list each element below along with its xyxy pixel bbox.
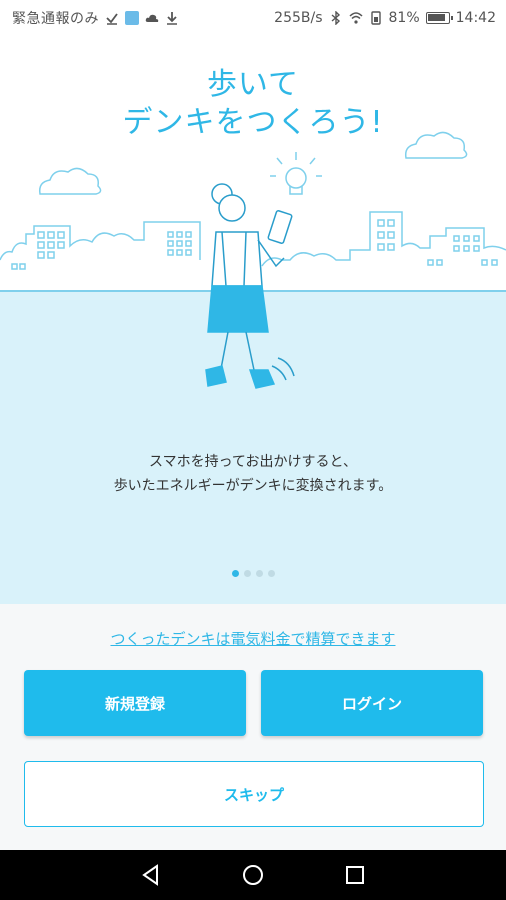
back-button[interactable]: [136, 860, 166, 890]
cloud-icon: [145, 14, 159, 22]
status-right: 255B/s 81% 14:42: [274, 10, 496, 26]
wifi-icon: [348, 12, 363, 24]
description-line1: スマホを持ってお出かけすると、: [149, 454, 357, 470]
check-icon: [106, 13, 118, 25]
walking-person: [205, 183, 293, 389]
page-dot-3[interactable]: [255, 570, 263, 577]
recents-icon: [346, 866, 364, 884]
skyline-right: [261, 211, 506, 267]
battery-percent: 81%: [388, 10, 420, 26]
bluetooth-icon: [331, 11, 340, 25]
sim-icon: [370, 11, 381, 25]
page-dot-4[interactable]: [267, 570, 275, 577]
billing-info-link[interactable]: つくったデンキは電気料金で精算できます: [0, 628, 506, 649]
signup-button[interactable]: 新規登録: [24, 670, 246, 736]
net-speed: 255B/s: [274, 10, 323, 26]
cloud-left: [38, 167, 102, 195]
skip-button[interactable]: スキップ: [24, 761, 484, 827]
battery-icon: [425, 12, 453, 24]
page-dot-1[interactable]: [231, 570, 239, 577]
home-icon: [243, 865, 263, 885]
login-button[interactable]: ログイン: [261, 670, 483, 736]
status-bar: 緊急通報のみ 255B/s 81% 14:42: [0, 0, 506, 36]
page-dot-2[interactable]: [243, 570, 251, 577]
description-line2: 歩いたエネルギーがデンキに変換されます。: [113, 478, 393, 494]
lightbulb-icon: [270, 152, 322, 195]
skyline-left: [0, 221, 201, 270]
status-left: 緊急通報のみ: [12, 8, 179, 28]
recents-button[interactable]: [340, 860, 370, 890]
home-button[interactable]: [238, 860, 268, 890]
page-indicator[interactable]: [0, 570, 506, 577]
clock: 14:42: [455, 10, 496, 26]
energy-lines: [271, 357, 295, 381]
back-icon: [142, 864, 158, 886]
action-panel: つくったデンキは電気料金で精算できます 新規登録 ログイン スキップ: [0, 604, 506, 850]
app-icon: [125, 11, 139, 25]
system-nav-bar: [0, 850, 506, 900]
carrier-text: 緊急通報のみ: [12, 11, 99, 27]
walking-illustration: [0, 131, 506, 389]
cloud-right: [404, 131, 468, 159]
download-icon: [167, 12, 177, 25]
onboarding-hero[interactable]: 歩いて デンキをつくろう! スマホを持ってお出かけすると、 歩いたエネルギーがデ…: [0, 36, 506, 604]
